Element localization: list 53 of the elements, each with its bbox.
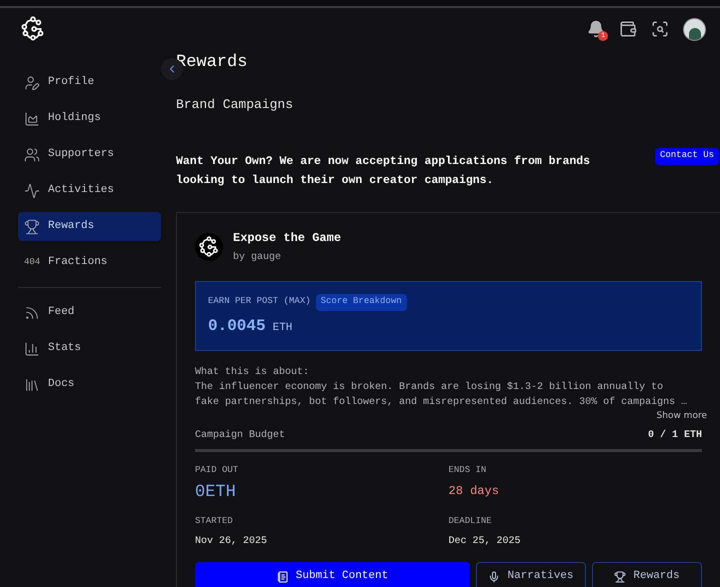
logo-icon	[20, 16, 46, 42]
score-breakdown-button[interactable]: Score Breakdown	[316, 294, 407, 310]
chart-icon	[24, 110, 40, 126]
action-button[interactable]: Rewards	[592, 562, 702, 587]
sidebar-item[interactable]: Rewards	[18, 212, 161, 241]
sidebar-item[interactable]: Feed	[18, 298, 161, 327]
user-pen-icon	[24, 74, 40, 90]
contact-us-button[interactable]: Contact Us	[654, 148, 719, 164]
stat-label: DEADLINE	[448, 515, 493, 528]
bar-chart-icon	[24, 340, 40, 356]
trophy-icon	[614, 570, 626, 582]
stat-value: Nov 26, 2025	[195, 534, 268, 548]
about-text-line: fake partnerships, bot followers, and misrepresented audiences. 30% of campaigns …	[195, 396, 688, 410]
about-label: What this is about:	[195, 366, 310, 380]
budget-label: Campaign Budget	[195, 428, 286, 443]
stat-value: Dec 25, 2025	[448, 534, 522, 548]
microphone-icon	[488, 570, 500, 582]
sidebar-item[interactable]: Stats	[18, 334, 161, 363]
avatar[interactable]	[683, 18, 706, 40]
action-button[interactable]: Submit Content	[195, 562, 470, 587]
page-title: Rewards	[176, 52, 248, 74]
cta-text: Want Your Own? We are now accepting applications from brands looking to launch their own creator campaigns.	[176, 154, 592, 188]
show-more-link[interactable]: Show more	[656, 410, 707, 423]
wallet-icon[interactable]	[619, 20, 637, 38]
sidebar-item[interactable]: Profile	[18, 68, 161, 97]
stat-value: 28 days	[448, 482, 500, 500]
stat-label: PAID OUT	[195, 464, 240, 477]
scan-search-icon[interactable]	[651, 20, 669, 38]
fraction-glyph: 404	[24, 256, 40, 269]
section-title: Brand Campaigns	[176, 96, 294, 114]
stat-label: ENDS IN	[448, 464, 488, 477]
sidebar-item[interactable]: 404 Fractions	[18, 248, 161, 277]
earn-unit: ETH	[272, 320, 292, 336]
campaign-author: by gauge	[233, 250, 282, 264]
sidebar-item[interactable]: Supporters	[18, 140, 161, 169]
sidebar-item[interactable]: Activities	[18, 176, 161, 205]
budget-value: 0 / 1 ETH	[648, 428, 702, 443]
rss-icon	[24, 304, 40, 320]
stat-value: 0ETH	[195, 482, 237, 504]
books-icon	[24, 376, 40, 392]
notification-bell-icon[interactable]	[587, 20, 605, 38]
users-icon	[24, 146, 40, 162]
sidebar-item[interactable]: Holdings	[18, 104, 161, 133]
action-button[interactable]: Narratives	[476, 562, 586, 587]
document-icon	[276, 570, 289, 582]
earn-value: 0.0045	[208, 316, 266, 336]
stat-label: STARTED	[195, 515, 234, 528]
trophy-icon	[24, 218, 40, 234]
sidebar-item[interactable]: Docs	[18, 370, 161, 399]
campaign-title: Expose the Game	[233, 230, 342, 246]
about-text-line: The influencer economy is broken. Brands are losing $1.3-2 billion annually to	[195, 380, 664, 394]
pulse-icon	[24, 182, 40, 198]
earn-label: EARN PER POST (MAX)	[208, 295, 311, 308]
